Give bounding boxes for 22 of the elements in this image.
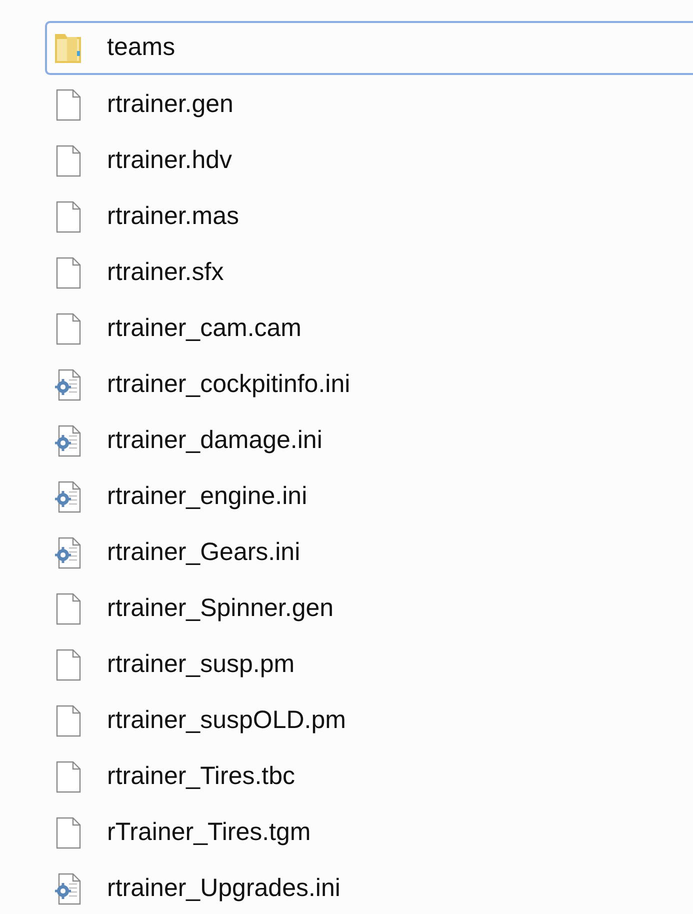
file-row[interactable]: rtrainer_damage.ini bbox=[45, 413, 693, 469]
file-row[interactable]: rtrainer_engine.ini bbox=[45, 469, 693, 525]
file-row[interactable]: rtrainer_Tires.tbc bbox=[45, 749, 693, 805]
settings-file-icon bbox=[53, 480, 83, 514]
file-row[interactable]: rtrainer.hdv bbox=[45, 133, 693, 189]
file-row[interactable]: rtrainer.gen bbox=[45, 77, 693, 133]
settings-file-icon bbox=[53, 368, 83, 402]
file-row[interactable]: rtrainer.sfx bbox=[45, 245, 693, 301]
settings-file-icon bbox=[53, 536, 83, 570]
file-row[interactable]: rtrainer_Upgrades.ini bbox=[45, 861, 693, 914]
file-row[interactable]: teams bbox=[45, 21, 693, 75]
file-row[interactable]: rTrainer_Tires.tgm bbox=[45, 805, 693, 861]
file-row[interactable]: rtrainer_cockpitinfo.ini bbox=[45, 357, 693, 413]
settings-file-icon bbox=[53, 872, 83, 906]
file-row[interactable]: rtrainer_cam.cam bbox=[45, 301, 693, 357]
file-row[interactable]: rtrainer_Spinner.gen bbox=[45, 581, 693, 637]
file-row[interactable]: rtrainer_suspOLD.pm bbox=[45, 693, 693, 749]
file-row[interactable]: rtrainer_Gears.ini bbox=[45, 525, 693, 581]
file-row[interactable]: rtrainer.mas bbox=[45, 189, 693, 245]
folder-icon bbox=[53, 31, 83, 65]
file-row[interactable]: rtrainer_susp.pm bbox=[45, 637, 693, 693]
settings-file-icon bbox=[53, 424, 83, 458]
